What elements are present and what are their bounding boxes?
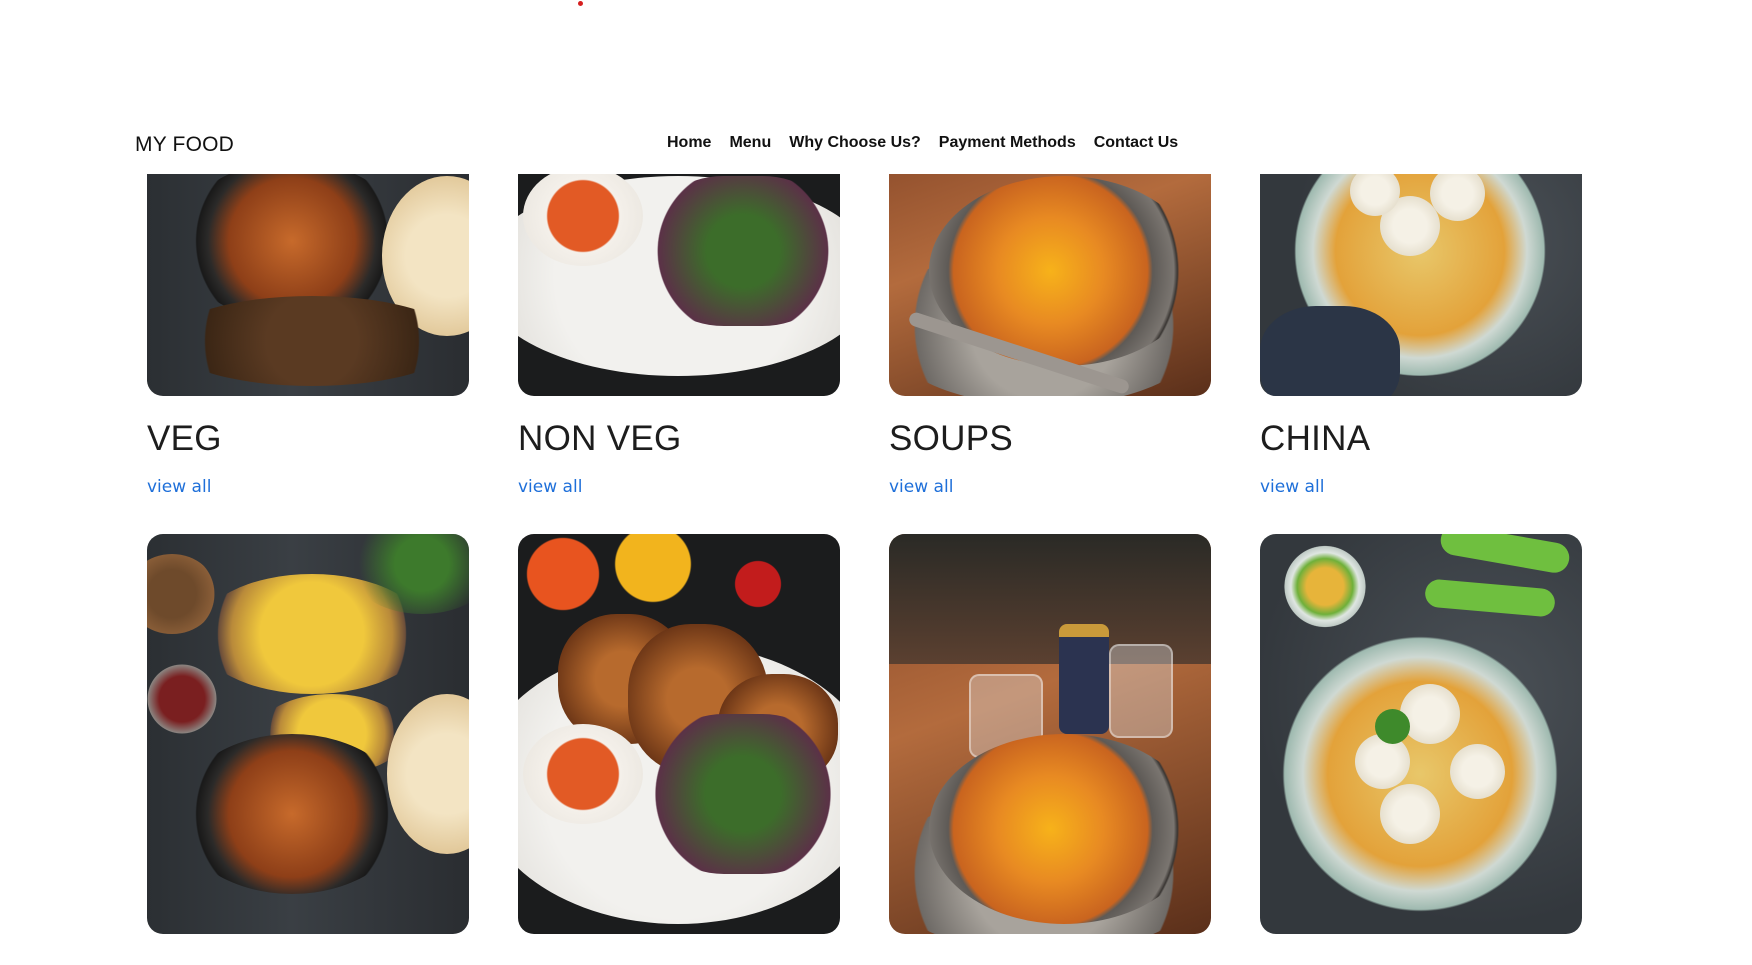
category-card-china: CHINA view all [1260,174,1582,534]
nav-menu[interactable]: Menu [729,134,771,152]
grilled-chicken-photo[interactable] [518,534,840,934]
indicator-dot [578,1,583,6]
momo-soup-photo [1260,174,1582,396]
category-card-non-veg: NON VEG view all [518,174,840,534]
grilled-chicken-photo [518,174,840,396]
view-all-link[interactable]: view all [518,477,840,497]
category-title: NON VEG [518,419,682,458]
category-section: VEG view all NON VEG view all SOUPS view… [0,174,1752,961]
veg-curry-photo[interactable] [147,534,469,934]
food-card [1260,534,1582,954]
nav-home[interactable]: Home [667,134,711,152]
nav-payment-methods[interactable]: Payment Methods [939,134,1076,152]
category-title: VEG [147,419,222,458]
view-all-link[interactable]: view all [1260,477,1582,497]
nav-links: Home Menu Why Choose Us? Payment Methods… [667,134,1178,152]
nav-contact-us[interactable]: Contact Us [1094,134,1178,152]
view-all-link[interactable]: view all [889,477,1211,497]
nav-why-choose-us[interactable]: Why Choose Us? [789,134,921,152]
category-grid: VEG view all NON VEG view all SOUPS view… [147,174,1582,954]
category-title: CHINA [1260,419,1371,458]
food-card [889,534,1211,954]
pumpkin-soup-photo [889,174,1211,396]
food-card [518,534,840,954]
brand-logo[interactable]: MY FOOD [135,133,234,157]
navbar: MY FOOD Home Menu Why Choose Us? Payment… [0,118,1752,174]
food-card [147,534,469,954]
veg-curry-photo [147,174,469,396]
view-all-link[interactable]: view all [147,477,469,497]
page: MY FOOD Home Menu Why Choose Us? Payment… [0,0,1752,965]
momo-soup-photo[interactable] [1260,534,1582,934]
category-card-veg: VEG view all [147,174,469,534]
pumpkin-soup-photo[interactable] [889,534,1211,934]
category-title: SOUPS [889,419,1014,458]
category-card-soups: SOUPS view all [889,174,1211,534]
